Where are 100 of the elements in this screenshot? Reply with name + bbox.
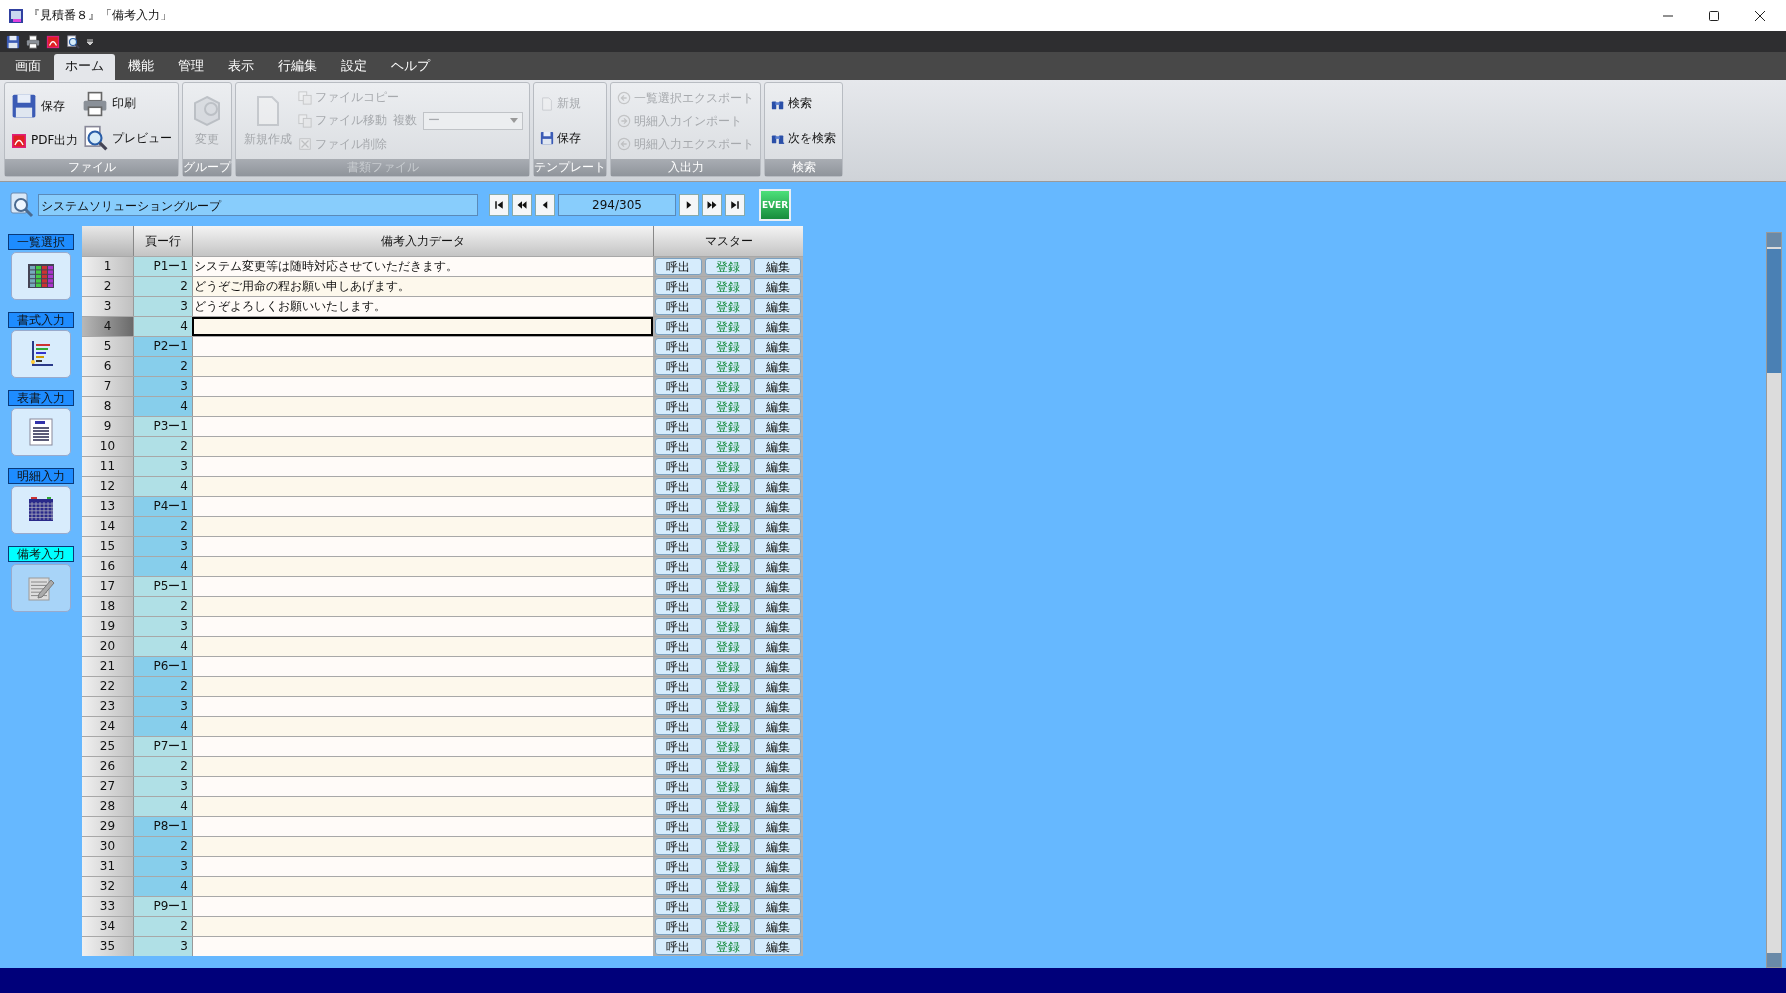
note-cell[interactable] bbox=[192, 757, 653, 776]
master-button[interactable]: 呼出 bbox=[655, 458, 702, 475]
master-button[interactable]: 編集 bbox=[754, 418, 801, 435]
dropdown-icon[interactable] bbox=[86, 37, 94, 46]
master-button[interactable]: 呼出 bbox=[655, 438, 702, 455]
master-button[interactable]: 呼出 bbox=[655, 578, 702, 595]
note-cell[interactable] bbox=[192, 477, 653, 496]
master-button[interactable]: 編集 bbox=[754, 578, 801, 595]
master-button[interactable]: 呼出 bbox=[655, 878, 702, 895]
master-button[interactable]: 登録 bbox=[704, 698, 752, 715]
note-cell[interactable] bbox=[192, 597, 653, 616]
master-button[interactable]: 登録 bbox=[704, 478, 752, 495]
menu-tab[interactable]: 行編集 bbox=[267, 54, 328, 80]
fast-forward-button[interactable] bbox=[702, 194, 722, 216]
master-button[interactable]: 呼出 bbox=[655, 258, 702, 275]
master-button[interactable]: 登録 bbox=[704, 318, 752, 335]
note-cell[interactable] bbox=[192, 497, 653, 516]
master-button[interactable]: 登録 bbox=[704, 838, 752, 855]
master-button[interactable]: 登録 bbox=[704, 398, 752, 415]
note-cell[interactable] bbox=[192, 877, 653, 896]
menu-tab[interactable]: 管理 bbox=[167, 54, 215, 80]
master-button[interactable]: 編集 bbox=[754, 358, 801, 375]
master-button[interactable]: 編集 bbox=[754, 638, 801, 655]
master-button[interactable]: 編集 bbox=[754, 818, 801, 835]
group-field[interactable]: システムソリューショングループ bbox=[38, 194, 478, 216]
master-button[interactable]: 登録 bbox=[704, 538, 752, 555]
master-button[interactable]: 登録 bbox=[704, 858, 752, 875]
master-button[interactable]: 登録 bbox=[704, 418, 752, 435]
maximize-icon[interactable] bbox=[1708, 9, 1720, 22]
master-button[interactable]: 登録 bbox=[704, 798, 752, 815]
ribbon-button[interactable]: 印刷 bbox=[82, 90, 173, 117]
master-button[interactable]: 編集 bbox=[754, 458, 801, 475]
master-button[interactable]: 呼出 bbox=[655, 938, 702, 955]
master-button[interactable]: 登録 bbox=[704, 658, 752, 675]
master-button[interactable]: 登録 bbox=[704, 758, 752, 775]
master-button[interactable]: 登録 bbox=[704, 258, 752, 275]
note-cell[interactable] bbox=[192, 917, 653, 936]
master-button[interactable]: 登録 bbox=[704, 558, 752, 575]
master-button[interactable]: 呼出 bbox=[655, 618, 702, 635]
master-button[interactable]: 編集 bbox=[754, 678, 801, 695]
master-button[interactable]: 編集 bbox=[754, 658, 801, 675]
master-button[interactable]: 登録 bbox=[704, 518, 752, 535]
menu-tab[interactable]: ホーム bbox=[54, 54, 115, 80]
ribbon-button[interactable]: 保存 bbox=[540, 129, 582, 147]
master-button[interactable]: 編集 bbox=[754, 498, 801, 515]
sidebar-button[interactable] bbox=[11, 252, 71, 300]
master-button[interactable]: 登録 bbox=[704, 618, 752, 635]
note-cell[interactable] bbox=[192, 637, 653, 656]
note-cell[interactable]: どうぞご用命の程お願い申しあげます。 bbox=[192, 277, 653, 296]
master-button[interactable]: 呼出 bbox=[655, 718, 702, 735]
master-button[interactable]: 呼出 bbox=[655, 918, 702, 935]
master-button[interactable]: 登録 bbox=[704, 358, 752, 375]
master-button[interactable]: 編集 bbox=[754, 778, 801, 795]
master-button[interactable]: 登録 bbox=[704, 938, 752, 955]
master-button[interactable]: 登録 bbox=[704, 598, 752, 615]
next-button[interactable] bbox=[679, 194, 699, 216]
scrollbar[interactable] bbox=[1766, 232, 1782, 968]
master-button[interactable]: 登録 bbox=[704, 678, 752, 695]
master-button[interactable]: 編集 bbox=[754, 338, 801, 355]
note-cell[interactable] bbox=[192, 817, 653, 836]
master-button[interactable]: 登録 bbox=[704, 578, 752, 595]
rewind-button[interactable] bbox=[512, 194, 532, 216]
sidebar-button[interactable] bbox=[11, 486, 71, 534]
master-button[interactable]: 呼出 bbox=[655, 858, 702, 875]
master-button[interactable]: 編集 bbox=[754, 898, 801, 915]
master-button[interactable]: 呼出 bbox=[655, 738, 702, 755]
master-button[interactable]: 呼出 bbox=[655, 838, 702, 855]
master-button[interactable]: 編集 bbox=[754, 718, 801, 735]
note-cell[interactable] bbox=[192, 577, 653, 596]
note-cell[interactable] bbox=[192, 677, 653, 696]
note-cell[interactable] bbox=[192, 357, 653, 376]
master-button[interactable]: 編集 bbox=[754, 558, 801, 575]
master-button[interactable]: 編集 bbox=[754, 698, 801, 715]
note-cell[interactable] bbox=[192, 517, 653, 536]
menu-tab[interactable]: 設定 bbox=[330, 54, 378, 80]
master-button[interactable]: 編集 bbox=[754, 918, 801, 935]
note-cell[interactable]: システム変更等は随時対応させていただきます。 bbox=[192, 257, 653, 276]
master-button[interactable]: 呼出 bbox=[655, 898, 702, 915]
note-cell[interactable] bbox=[192, 657, 653, 676]
note-cell[interactable] bbox=[192, 557, 653, 576]
master-button[interactable]: 呼出 bbox=[655, 658, 702, 675]
master-button[interactable]: 呼出 bbox=[655, 778, 702, 795]
master-button[interactable]: 編集 bbox=[754, 938, 801, 955]
master-button[interactable]: 呼出 bbox=[655, 598, 702, 615]
note-cell[interactable] bbox=[192, 777, 653, 796]
note-cell[interactable] bbox=[192, 417, 653, 436]
ribbon-button[interactable]: プレビュー bbox=[82, 125, 173, 152]
master-button[interactable]: 呼出 bbox=[655, 638, 702, 655]
note-cell[interactable] bbox=[192, 937, 653, 956]
master-button[interactable]: 登録 bbox=[704, 458, 752, 475]
note-cell[interactable] bbox=[192, 537, 653, 556]
master-button[interactable]: 呼出 bbox=[655, 818, 702, 835]
menu-tab[interactable]: 画面 bbox=[4, 54, 52, 80]
master-button[interactable]: 登録 bbox=[704, 298, 752, 315]
master-button[interactable]: 編集 bbox=[754, 538, 801, 555]
master-button[interactable]: 編集 bbox=[754, 478, 801, 495]
menu-tab[interactable]: 表示 bbox=[217, 54, 265, 80]
ribbon-button[interactable]: 次を検索 bbox=[771, 129, 837, 147]
note-cell[interactable] bbox=[192, 697, 653, 716]
master-button[interactable]: 呼出 bbox=[655, 338, 702, 355]
